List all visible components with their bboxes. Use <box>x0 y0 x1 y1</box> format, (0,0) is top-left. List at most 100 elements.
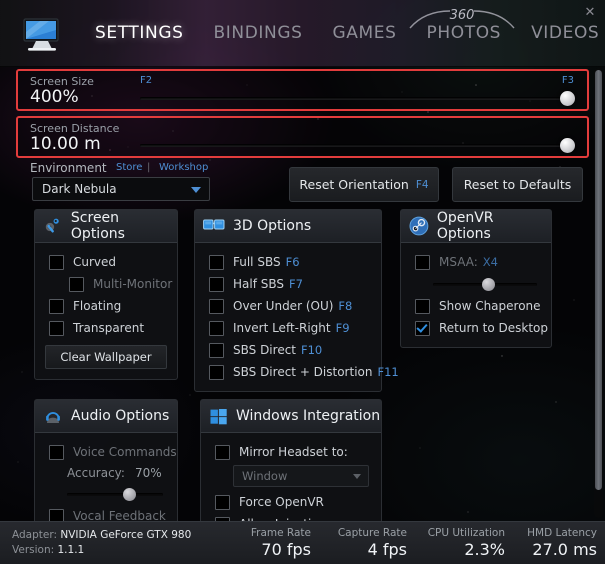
option-floating[interactable]: Floating <box>35 295 177 317</box>
screen-size-slider-knob[interactable] <box>560 91 575 106</box>
metric-hmd-latency-label: HMD Latency <box>527 527 597 539</box>
environment-workshop-link[interactable]: Workshop <box>159 162 208 173</box>
option-sbs-direct-label: SBS Direct <box>233 343 296 357</box>
screen-distance-slider[interactable] <box>140 118 575 156</box>
reset-defaults-button[interactable]: Reset to Defaults <box>452 167 583 202</box>
msaa-slider-knob[interactable] <box>482 278 495 291</box>
checkbox-force-openvr[interactable] <box>215 495 230 510</box>
checkbox-mirror-headset[interactable] <box>215 445 230 460</box>
option-full-sbs[interactable]: Full SBS F6 <box>195 251 381 273</box>
checkbox-curved[interactable] <box>49 255 64 270</box>
option-half-sbs[interactable]: Half SBS F7 <box>195 273 381 295</box>
environment-select[interactable]: Dark Nebula <box>32 177 210 201</box>
accuracy-slider-knob[interactable] <box>123 488 136 501</box>
reset-orientation-key: F4 <box>416 179 429 191</box>
checkbox-multi-monitor[interactable] <box>69 277 84 292</box>
option-sbs-direct[interactable]: SBS Direct F10 <box>195 339 381 361</box>
checkbox-sbs-direct-distortion[interactable] <box>209 365 224 380</box>
close-icon[interactable]: ✕ <box>581 4 599 22</box>
mirror-target-select[interactable]: Window <box>233 465 369 487</box>
panel-audio-options-header: Audio Options <box>35 400 177 433</box>
option-invert-left-right-label: Invert Left-Right <box>233 321 331 335</box>
adapter-info: Adapter: NVIDIA GeForce GTX 980 <box>12 529 191 541</box>
app-header: SETTINGS BINDINGS GAMES PHOTOS VIDEOS 36… <box>0 0 605 67</box>
accuracy-slider-track[interactable] <box>67 493 163 496</box>
reset-defaults-label: Reset to Defaults <box>464 177 572 192</box>
metric-capture-rate-value: 4 fps <box>338 540 407 559</box>
tab-games[interactable]: GAMES <box>317 19 411 47</box>
environment-store-link[interactable]: Store <box>116 162 142 173</box>
checkbox-over-under[interactable] <box>209 299 224 314</box>
version-info: Version: 1.1.1 <box>12 544 84 556</box>
main-tab-bar: SETTINGS BINDINGS GAMES PHOTOS VIDEOS <box>80 0 605 66</box>
tab-bindings[interactable]: BINDINGS <box>199 19 318 47</box>
environment-links-separator: | <box>147 162 150 173</box>
option-msaa[interactable]: MSAA: X4 <box>401 251 551 273</box>
checkbox-sbs-direct[interactable] <box>209 343 224 358</box>
option-sbs-direct-distortion-label: SBS Direct + Distortion <box>233 365 372 379</box>
checkbox-voice-commands[interactable] <box>49 445 64 460</box>
version-value: 1.1.1 <box>58 544 85 556</box>
screen-size-slider[interactable]: F2 F3 <box>140 71 575 109</box>
option-multi-monitor[interactable]: Multi-Monitor <box>35 273 177 295</box>
adapter-label: Adapter: <box>12 529 57 541</box>
monitor-icon <box>16 14 68 54</box>
reset-orientation-button[interactable]: Reset Orientation F4 <box>289 167 439 202</box>
option-force-openvr-label: Force OpenVR <box>239 495 324 509</box>
panel-audio-options-title: Audio Options <box>71 408 169 424</box>
accuracy-row: Accuracy: 70% <box>35 463 177 483</box>
option-mirror-headset-label: Mirror Headset to: <box>239 445 348 459</box>
panel-screen-options: Screen Options Curved Multi-Monitor Floa… <box>34 209 178 380</box>
metric-frame-rate: Frame Rate 70 fps <box>251 527 311 559</box>
checkbox-return-to-desktop[interactable] <box>415 321 430 336</box>
panel-openvr-options-header: OpenVR Options <box>401 210 551 243</box>
environment-selected-value: Dark Nebula <box>42 182 117 196</box>
steam-icon <box>409 216 429 236</box>
option-curved[interactable]: Curved <box>35 251 177 273</box>
checkbox-floating[interactable] <box>49 299 64 314</box>
checkbox-invert-left-right[interactable] <box>209 321 224 336</box>
metric-capture-rate-label: Capture Rate <box>338 527 407 539</box>
screen-distance-slider-track[interactable] <box>140 144 575 147</box>
checkbox-full-sbs[interactable] <box>209 255 224 270</box>
metric-hmd-latency-value: 27.0 ms <box>527 540 597 559</box>
option-over-under[interactable]: Over Under (OU) F8 <box>195 295 381 317</box>
scrollbar-thumb[interactable] <box>595 70 602 490</box>
option-return-to-desktop[interactable]: Return to Desktop <box>401 317 551 339</box>
panel-3d-options-title: 3D Options <box>233 218 311 234</box>
option-show-chaperone-label: Show Chaperone <box>439 299 541 313</box>
option-transparent[interactable]: Transparent <box>35 317 177 339</box>
accuracy-slider[interactable] <box>67 487 163 501</box>
checkbox-transparent[interactable] <box>49 321 64 336</box>
screen-size-slider-track[interactable] <box>140 97 575 100</box>
screen-distance-slider-knob[interactable] <box>560 138 575 153</box>
option-show-chaperone[interactable]: Show Chaperone <box>401 295 551 317</box>
option-voice-commands[interactable]: Voice Commands <box>35 441 177 463</box>
option-sbs-direct-distortion-key: F11 <box>377 365 398 379</box>
panel-audio-options: Audio Options Voice Commands Accuracy: 7… <box>34 399 178 536</box>
vr-desktop-settings-window: SETTINGS BINDINGS GAMES PHOTOS VIDEOS 36… <box>0 0 605 564</box>
panel-windows-integration-title: Windows Integration <box>236 408 380 424</box>
accuracy-value: 70% <box>135 466 162 480</box>
vertical-scrollbar[interactable] <box>594 68 603 518</box>
tab-settings[interactable]: SETTINGS <box>80 19 199 47</box>
option-full-sbs-label: Full SBS <box>233 255 281 269</box>
metric-frame-rate-value: 70 fps <box>251 540 311 559</box>
panel-3d-options-header: 3D Options <box>195 210 381 243</box>
msaa-slider[interactable] <box>433 277 537 291</box>
checkbox-half-sbs[interactable] <box>209 277 224 292</box>
option-invert-left-right[interactable]: Invert Left-Right F9 <box>195 317 381 339</box>
checkbox-show-chaperone[interactable] <box>415 299 430 314</box>
tab-photos[interactable]: PHOTOS <box>412 19 517 47</box>
option-sbs-direct-distortion[interactable]: SBS Direct + Distortion F11 <box>195 361 381 383</box>
metric-capture-rate: Capture Rate 4 fps <box>338 527 407 559</box>
tab-videos[interactable]: VIDEOS <box>516 19 605 47</box>
checkbox-msaa[interactable] <box>415 255 430 270</box>
panel-openvr-options: OpenVR Options MSAA: X4 Show Chaperone R… <box>400 209 552 348</box>
screen-distance-row: Screen Distance 10.00 m <box>16 116 589 158</box>
option-force-openvr[interactable]: Force OpenVR <box>201 491 381 513</box>
metric-cpu-utilization-value: 2.3% <box>428 540 505 559</box>
option-msaa-label: MSAA: <box>439 255 478 269</box>
clear-wallpaper-button[interactable]: Clear Wallpaper <box>45 345 167 369</box>
option-mirror-headset[interactable]: Mirror Headset to: <box>201 441 381 463</box>
